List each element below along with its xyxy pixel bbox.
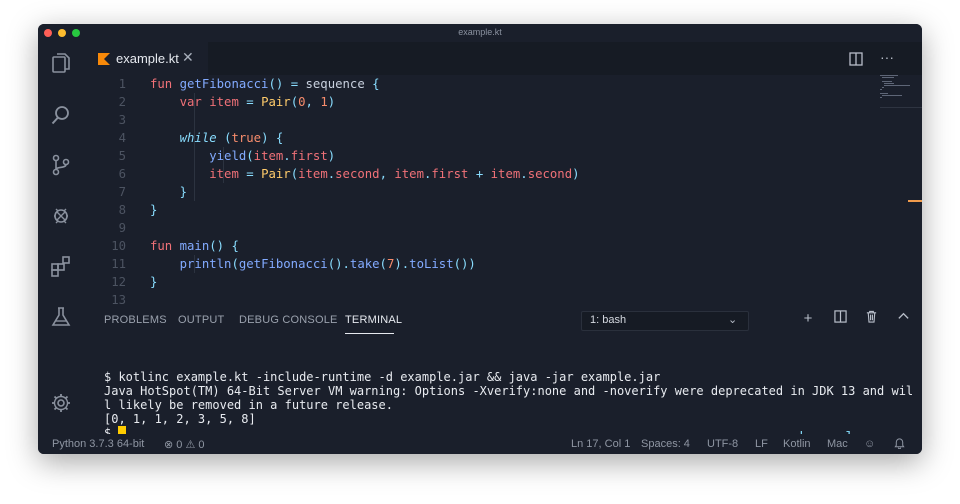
minimap[interactable] (880, 75, 922, 135)
language-mode[interactable]: Kotlin (783, 438, 811, 450)
code-line: 8} (84, 201, 844, 219)
chevron-down-icon: ⌄ (728, 314, 738, 326)
line-number: 9 (118, 221, 126, 235)
terminal-shell-select[interactable]: 1: bash ⌄ (581, 311, 749, 331)
indentation[interactable]: Spaces: 4 (641, 438, 690, 450)
active-tab-indicator (345, 333, 394, 334)
code-line: 3 (84, 111, 844, 129)
code-line: 11 println(getFibonacci().take(7).toList… (84, 255, 844, 273)
line-number: 8 (118, 203, 126, 217)
warning-count: 0 (198, 439, 205, 451)
window-title: example.kt (458, 27, 502, 37)
line-number: 6 (118, 167, 126, 181)
code-editor[interactable]: 1 fun getFibonacci() = sequence { 2 var i… (84, 75, 922, 307)
line-number: 3 (118, 113, 126, 127)
tab-problems[interactable]: PROBLEMS (104, 314, 167, 326)
tab-terminal[interactable]: TERMINAL (345, 314, 402, 326)
editor-window: example.kt example.kt ✕ ··· 1 fun getFib… (38, 24, 922, 454)
os-indicator[interactable]: Mac (827, 438, 848, 450)
terminal-line: l likely be removed in a future release. (104, 398, 393, 412)
split-terminal-icon[interactable] (831, 310, 849, 328)
tab-debug-console[interactable]: DEBUG CONSOLE (239, 314, 338, 326)
python-interpreter[interactable]: Python 3.7.3 64-bit (52, 438, 144, 450)
code-line: 10 fun main() { (84, 237, 844, 255)
trash-icon[interactable] (862, 310, 880, 328)
bottom-panel: PROBLEMS OUTPUT DEBUG CONSOLE TERMINAL 1… (84, 306, 922, 452)
title-bar: example.kt (38, 24, 922, 42)
debug-icon[interactable] (50, 204, 72, 226)
activity-bar (38, 42, 84, 434)
more-actions-icon[interactable]: ··· (880, 49, 894, 65)
line-number: 7 (118, 185, 126, 199)
new-terminal-icon[interactable]: + (799, 310, 817, 328)
code-line: 7 } (84, 183, 844, 201)
code-line: 6 item = Pair(item.second, item.first + … (84, 165, 844, 183)
code-line: 2 var item = Pair(0, 1) (84, 93, 844, 111)
feedback-smiley-icon[interactable]: ☺ (864, 438, 875, 450)
tab-bar: example.kt ✕ ··· (84, 42, 922, 75)
line-number: 1 (118, 77, 126, 91)
terminal-line: [0, 1, 1, 2, 3, 5, 8] (104, 412, 256, 426)
line-number: 12 (111, 275, 126, 289)
search-icon[interactable] (50, 104, 72, 126)
settings-gear-icon[interactable] (50, 392, 72, 414)
line-number: 4 (118, 131, 126, 145)
notifications-bell-icon[interactable] (894, 438, 905, 452)
line-number: 5 (118, 149, 126, 163)
explorer-icon[interactable] (50, 52, 72, 74)
close-tab-icon[interactable]: ✕ (182, 49, 194, 66)
encoding[interactable]: UTF-8 (707, 438, 738, 450)
maximize-panel-icon[interactable] (894, 310, 912, 328)
line-number: 11 (111, 257, 126, 271)
terminal-line: Java HotSpot(TM) 64-Bit Server VM warnin… (104, 384, 914, 398)
cursor-position[interactable]: Ln 17, Col 1 (571, 438, 630, 450)
tab-label: example.kt (116, 51, 179, 66)
code-line: 4 while (true) { (84, 129, 844, 147)
kotlin-icon (98, 52, 110, 65)
line-number: 10 (111, 239, 126, 253)
code-line: 9 (84, 219, 844, 237)
code-line: 5 yield(item.first) (84, 147, 844, 165)
terminal-line: $ kotlinc example.kt -include-runtime -d… (104, 370, 661, 384)
extensions-icon[interactable] (50, 255, 72, 277)
status-bar: Python 3.7.3 64-bit ⊗ 0 ⚠ 0 Ln 17, Col 1… (38, 434, 922, 454)
end-of-line[interactable]: LF (755, 438, 768, 450)
error-count: 0 (176, 439, 183, 451)
source-control-icon[interactable] (50, 154, 72, 176)
warning-icon: ⚠ (185, 439, 196, 451)
tab-example-kt[interactable]: example.kt ✕ (84, 42, 208, 75)
test-flask-icon[interactable] (50, 306, 72, 328)
line-number: 2 (118, 95, 126, 109)
problems-indicator[interactable]: ⊗ 0 ⚠ 0 (164, 438, 205, 451)
tab-output[interactable]: OUTPUT (178, 314, 224, 326)
shell-label: 1: bash (590, 314, 627, 326)
code-line: 12} (84, 273, 844, 291)
scroll-marker (908, 200, 922, 202)
error-icon: ⊗ (164, 439, 174, 451)
split-editor-icon[interactable] (849, 52, 863, 69)
code-line: 1 fun getFibonacci() = sequence { (84, 75, 844, 93)
